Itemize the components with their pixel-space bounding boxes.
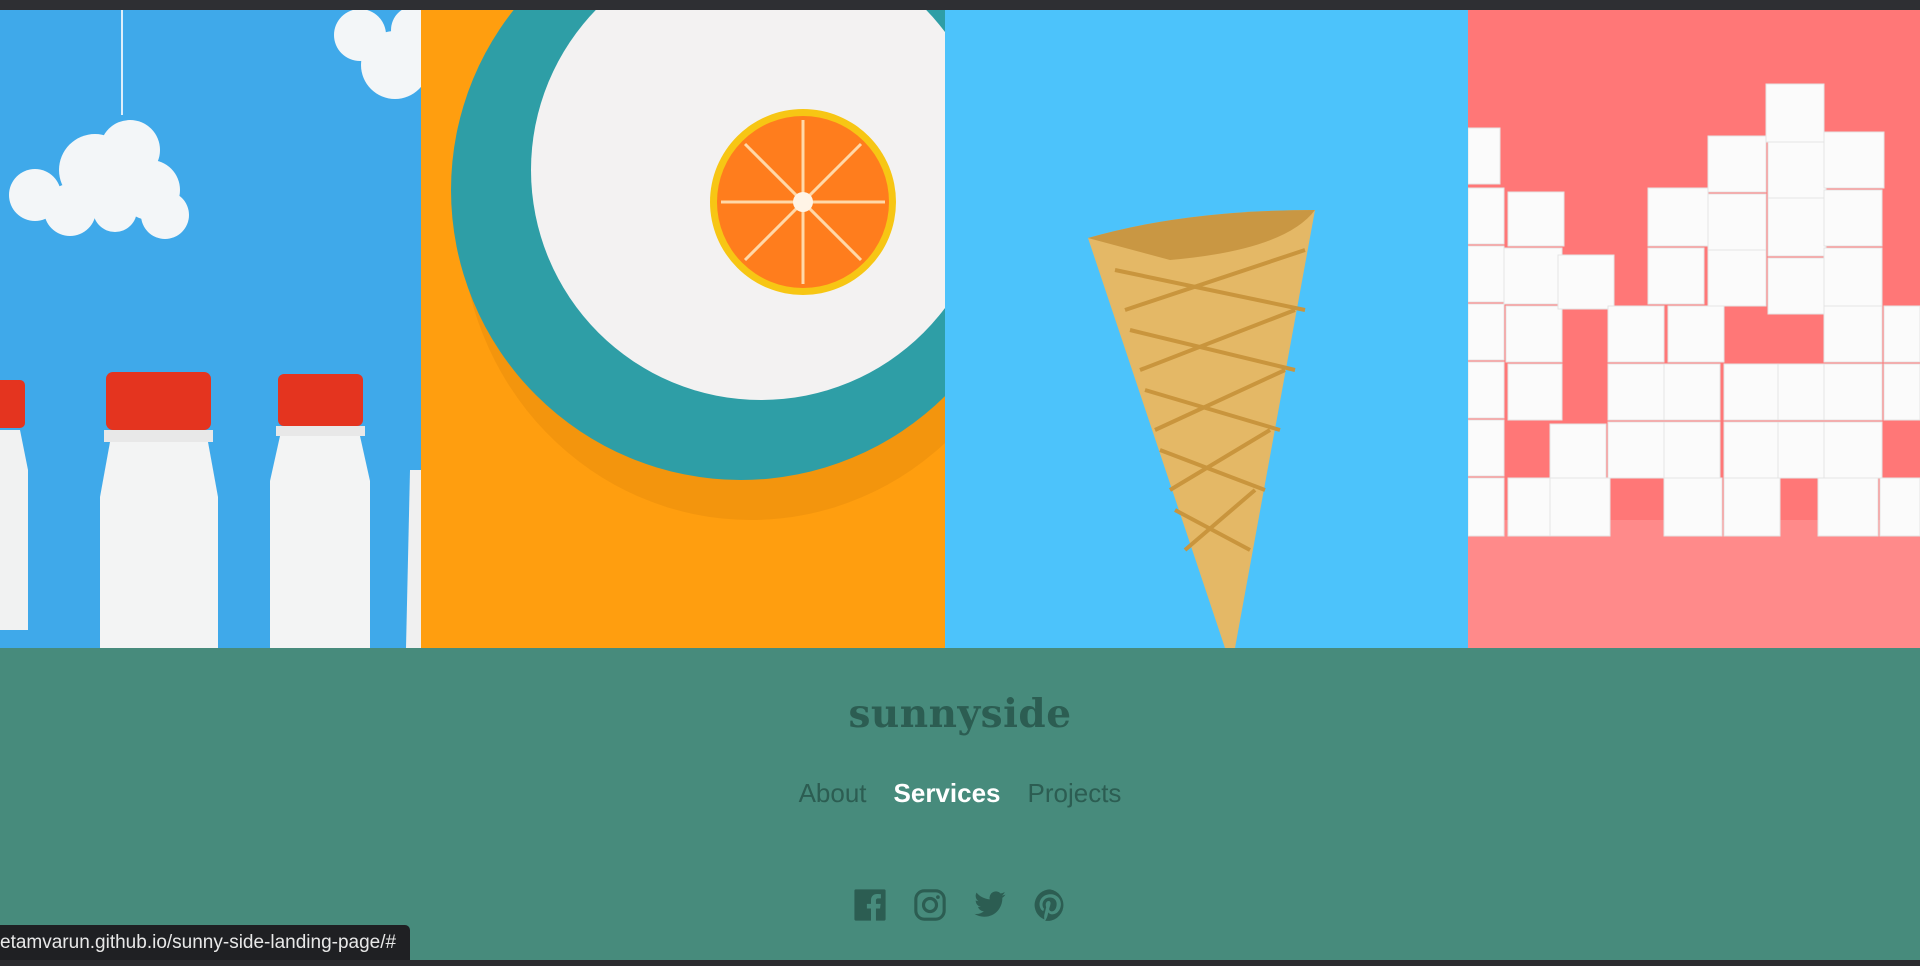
nav-link-projects[interactable]: Projects — [1028, 778, 1122, 809]
sugar-cubes-image — [1468, 10, 1920, 648]
footer-logo[interactable]: sunnyside — [0, 691, 1920, 737]
image-gallery — [0, 10, 1920, 648]
browser-bottom-bar — [0, 960, 1920, 966]
site-footer: sunnyside About Services Projects — [0, 648, 1920, 960]
footer-nav: About Services Projects — [0, 778, 1920, 809]
browser-top-bar — [0, 0, 1920, 10]
twitter-icon[interactable] — [973, 888, 1007, 922]
pinterest-icon[interactable] — [1033, 888, 1067, 922]
nav-link-about[interactable]: About — [799, 778, 867, 809]
ice-cream-cone-image — [945, 10, 1468, 648]
browser-status-url: etamvarun.github.io/sunny-side-landing-p… — [0, 925, 411, 960]
nav-link-services[interactable]: Services — [894, 778, 1001, 809]
facebook-icon[interactable] — [853, 888, 887, 922]
social-links — [0, 888, 1920, 922]
milk-bottles-image — [0, 10, 421, 648]
instagram-icon[interactable] — [913, 888, 947, 922]
orange-plate-image — [421, 10, 945, 648]
